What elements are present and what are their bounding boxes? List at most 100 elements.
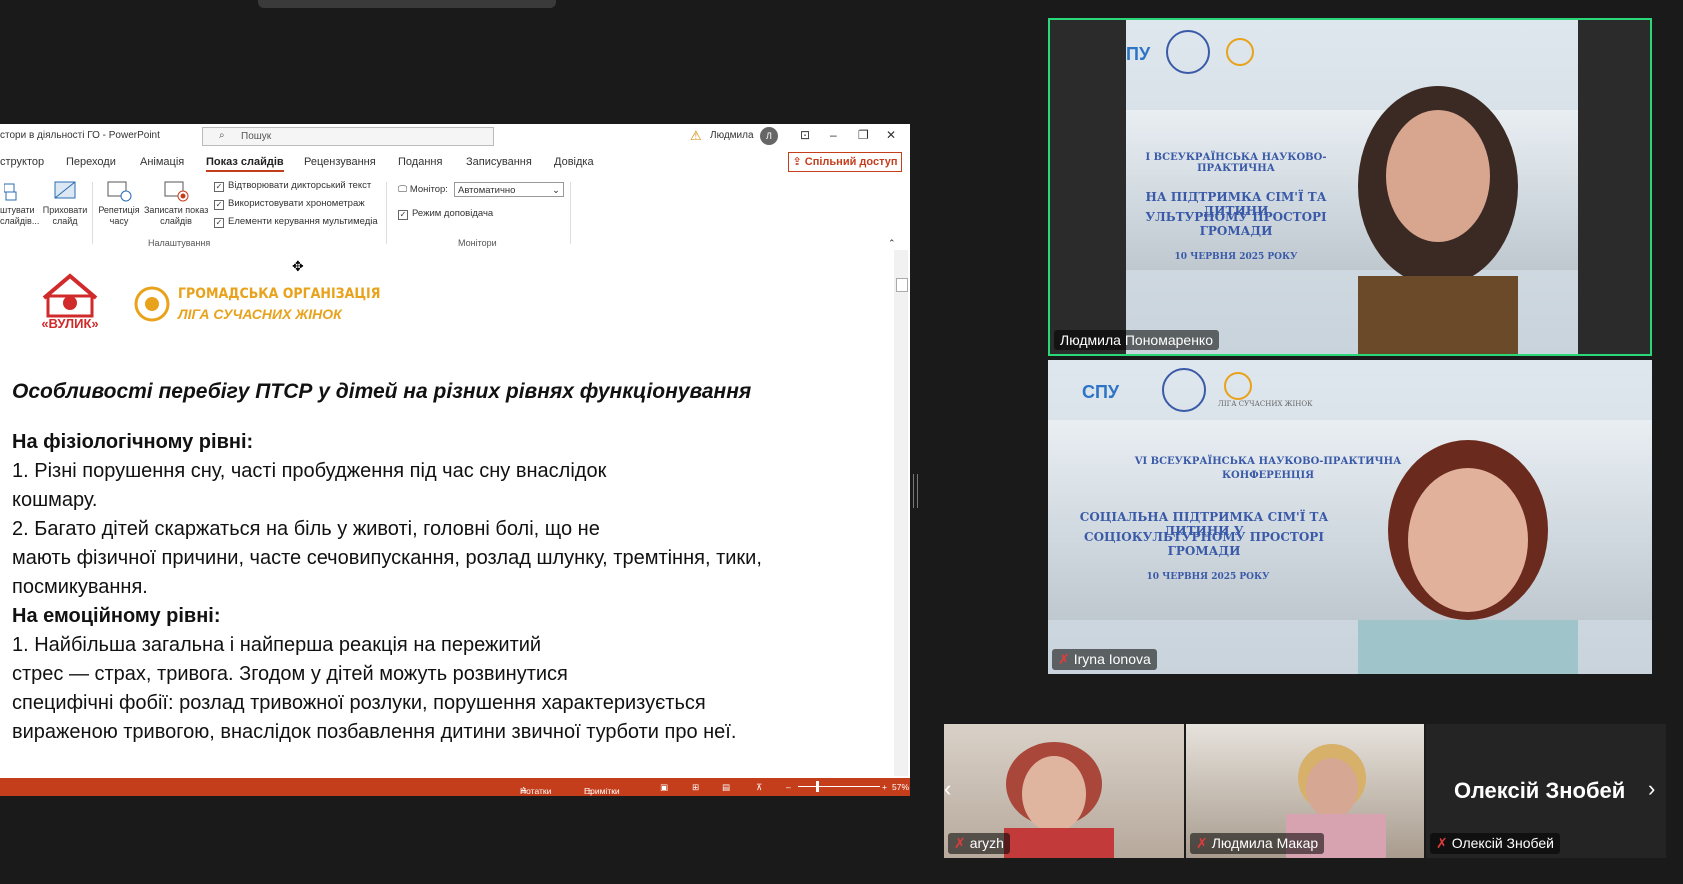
tab-slideshow[interactable]: Показ слайдів	[206, 156, 284, 172]
body-line: посмикування.	[12, 576, 148, 598]
participant-video	[1338, 66, 1538, 354]
group-label-setup: Налаштування	[148, 238, 211, 248]
share-icon: ⇪	[792, 156, 805, 168]
conference-theme-line2: УЛЬТУРНОМУ ПРОСТОРІ ГРОМАДИ	[1145, 210, 1327, 238]
tab-transitions[interactable]: Переходи	[66, 156, 116, 168]
search-placeholder: Пошук	[241, 131, 272, 142]
tab-review[interactable]: Рецензування	[304, 156, 376, 168]
slide-canvas[interactable]: «ВУЛИК» ГРОМАДСЬКА ОРГАНІЗАЦІЯ ЛІГА СУЧА…	[0, 250, 890, 776]
share-label: Спільний доступ	[804, 156, 898, 168]
next-page-icon[interactable]: ›	[1648, 776, 1655, 802]
slideshow-view-icon[interactable]: ⊼	[756, 782, 762, 793]
hide-slide-icon	[52, 180, 78, 202]
screen-share-top-bar[interactable]	[258, 0, 556, 8]
body-line: 1. Найбільша загальна і найперша реакція…	[12, 634, 542, 656]
search-input[interactable]: ⌕ Пошук	[202, 127, 494, 146]
vulyk-logo: «ВУЛИК»	[30, 270, 110, 332]
body-line: мають фізичної причини, часте сечовипуск…	[12, 547, 762, 569]
record-slideshow-button[interactable]: Записати показ слайдів	[144, 180, 208, 227]
ribbon: штувати слайдів... Приховати слайд Репет…	[0, 176, 910, 248]
mic-muted-icon: ✗	[1436, 835, 1448, 851]
conference-theme-line2: СОЦІОКУЛЬТУРНОМУ ПРОСТОРІ ГРОМАДИ	[1084, 530, 1324, 558]
mic-muted-icon: ✗	[954, 835, 966, 851]
monitor-select[interactable]: Автоматично ⌄	[454, 182, 564, 197]
video-tile-participant[interactable]: СПУ ЛІГА СУЧАСНИХ ЖІНОК VI ВСЕУКРАЇНСЬКА…	[1048, 360, 1652, 674]
video-tile-participant[interactable]: Олексій Знобей ✗ Олексій Знобей ›	[1426, 724, 1666, 858]
use-timings-label: Використовувати хронометраж	[228, 198, 365, 209]
tab-view[interactable]: Подання	[398, 156, 442, 168]
slide-body: На фізіологічному рівні: 1. Різні поруше…	[12, 428, 762, 747]
title-bar: стори в діяльності ГО - PowerPoint ⌕ Пош…	[0, 124, 910, 148]
slideshow-icon	[3, 180, 30, 202]
avatar[interactable]: Л	[760, 127, 778, 145]
zoom-level[interactable]: 57%	[892, 782, 909, 792]
conference-date: 10 ЧЕРВНЯ 2025 РОКУ	[1174, 252, 1298, 262]
participant-name: Iryna Ionova	[1073, 651, 1151, 667]
body-line: 1. Різні порушення сну, часті пробудженн…	[12, 460, 607, 482]
close-icon[interactable]: ✕	[886, 128, 896, 142]
zoom-slider-thumb[interactable]	[816, 781, 819, 792]
ribbon-display-icon[interactable]: ⊡	[800, 128, 810, 142]
vertical-scrollbar[interactable]	[894, 250, 908, 776]
normal-view-icon[interactable]: ▣	[660, 782, 668, 793]
user-name[interactable]: Людмила	[710, 130, 754, 141]
move-cursor-icon: ✥	[292, 258, 304, 274]
tab-design[interactable]: структор	[0, 156, 44, 168]
customize-slideshow-label: штувати слайдів...	[0, 205, 40, 226]
zoom-in-icon[interactable]: +	[882, 782, 887, 792]
video-tile-participant[interactable]: ✗ aryzh ‹	[944, 724, 1184, 858]
collapse-ribbon-icon[interactable]: ⌃	[888, 238, 896, 249]
tab-recording[interactable]: Записування	[466, 156, 532, 168]
participant-name-label: ✗ Iryna Ionova	[1052, 649, 1157, 670]
previous-page-icon[interactable]: ‹	[944, 776, 951, 802]
presenter-view-label: Режим доповідача	[412, 208, 494, 219]
customize-slideshow-button[interactable]: штувати слайдів...	[0, 180, 40, 227]
search-icon: ⌕	[219, 130, 225, 141]
body-line: кошмару.	[12, 489, 98, 511]
separator	[386, 182, 387, 244]
tab-help[interactable]: Довідка	[554, 156, 594, 168]
notes-label: Нотатки	[520, 786, 552, 796]
virtual-background: ПУ І ВСЕУКРАЇНСЬКА НАУКОВО-ПРАКТИЧНА НА …	[1126, 20, 1578, 354]
zoom-slider[interactable]	[798, 786, 880, 787]
slide-headline: Особливості перебігу ПТСР у дітей на різ…	[12, 380, 752, 403]
org-name-line1: ГРОМАДСЬКА ОРГАНІЗАЦІЯ	[178, 286, 381, 302]
hide-slide-button[interactable]: Приховати слайд	[40, 180, 90, 227]
league-logo-icon	[134, 286, 170, 322]
play-narrations-label: Відтворювати дикторський текст	[228, 180, 372, 191]
participant-name: aryzh	[969, 835, 1004, 851]
play-narrations-checkbox[interactable]: ✓ Відтворювати дикторський текст	[214, 180, 371, 192]
media-controls-checkbox[interactable]: ✓ Елементи керування мультимедіа	[214, 216, 378, 228]
rehearse-timings-button[interactable]: Репетиція часу	[96, 180, 142, 227]
participant-name-label: ✗ Олексій Знобей	[1430, 833, 1560, 854]
checkbox-checked-icon: ✓	[398, 210, 408, 220]
scrollbar-thumb[interactable]	[896, 278, 908, 292]
participant-display-name: Олексій Знобей	[1454, 778, 1626, 803]
restore-icon[interactable]: ❐	[858, 128, 869, 142]
participant-name: Людмила Макар	[1211, 835, 1319, 851]
rehearse-timings-label: Репетиція часу	[98, 205, 140, 226]
use-timings-checkbox[interactable]: ✓ Використовувати хронометраж	[214, 198, 365, 210]
share-button[interactable]: ⇪ Спільний доступ	[788, 152, 902, 172]
reading-view-icon[interactable]: ▤	[722, 782, 730, 793]
video-tile-participant[interactable]: ✗ Людмила Макар	[1186, 724, 1424, 858]
monitor-row: 🖵 Монітор:	[398, 184, 448, 195]
vulyk-logo-text: «ВУЛИК»	[41, 316, 99, 331]
video-tile-speaker[interactable]: ПУ І ВСЕУКРАЇНСЬКА НАУКОВО-ПРАКТИЧНА НА …	[1048, 18, 1652, 356]
body-line: стрес — страх, тривога. Згодом у дітей м…	[12, 663, 568, 685]
presenter-view-checkbox[interactable]: ✓ Режим доповідача	[398, 208, 493, 220]
monitor-label: Монітор:	[409, 184, 448, 195]
slide-sorter-icon[interactable]: ⊞	[692, 782, 699, 793]
hide-slide-label: Приховати слайд	[42, 205, 88, 226]
record-slideshow-label: Записати показ слайдів	[144, 205, 209, 226]
zoom-out-icon[interactable]: –	[786, 782, 791, 792]
separator	[92, 182, 93, 244]
section-heading: На емоційному рівні:	[12, 605, 221, 627]
tab-animation[interactable]: Анімація	[140, 156, 184, 168]
league-logo-icon	[1224, 372, 1252, 400]
body-line: 2. Багато дітей скаржаться на біль у жив…	[12, 518, 600, 540]
minimize-icon[interactable]: –	[830, 128, 837, 142]
conference-title-line1: І ВСЕУКРАЇНСЬКА НАУКОВО-ПРАКТИЧНА	[1145, 152, 1327, 174]
warning-icon[interactable]: ⚠	[690, 128, 702, 144]
panel-resize-handle[interactable]	[913, 474, 918, 508]
